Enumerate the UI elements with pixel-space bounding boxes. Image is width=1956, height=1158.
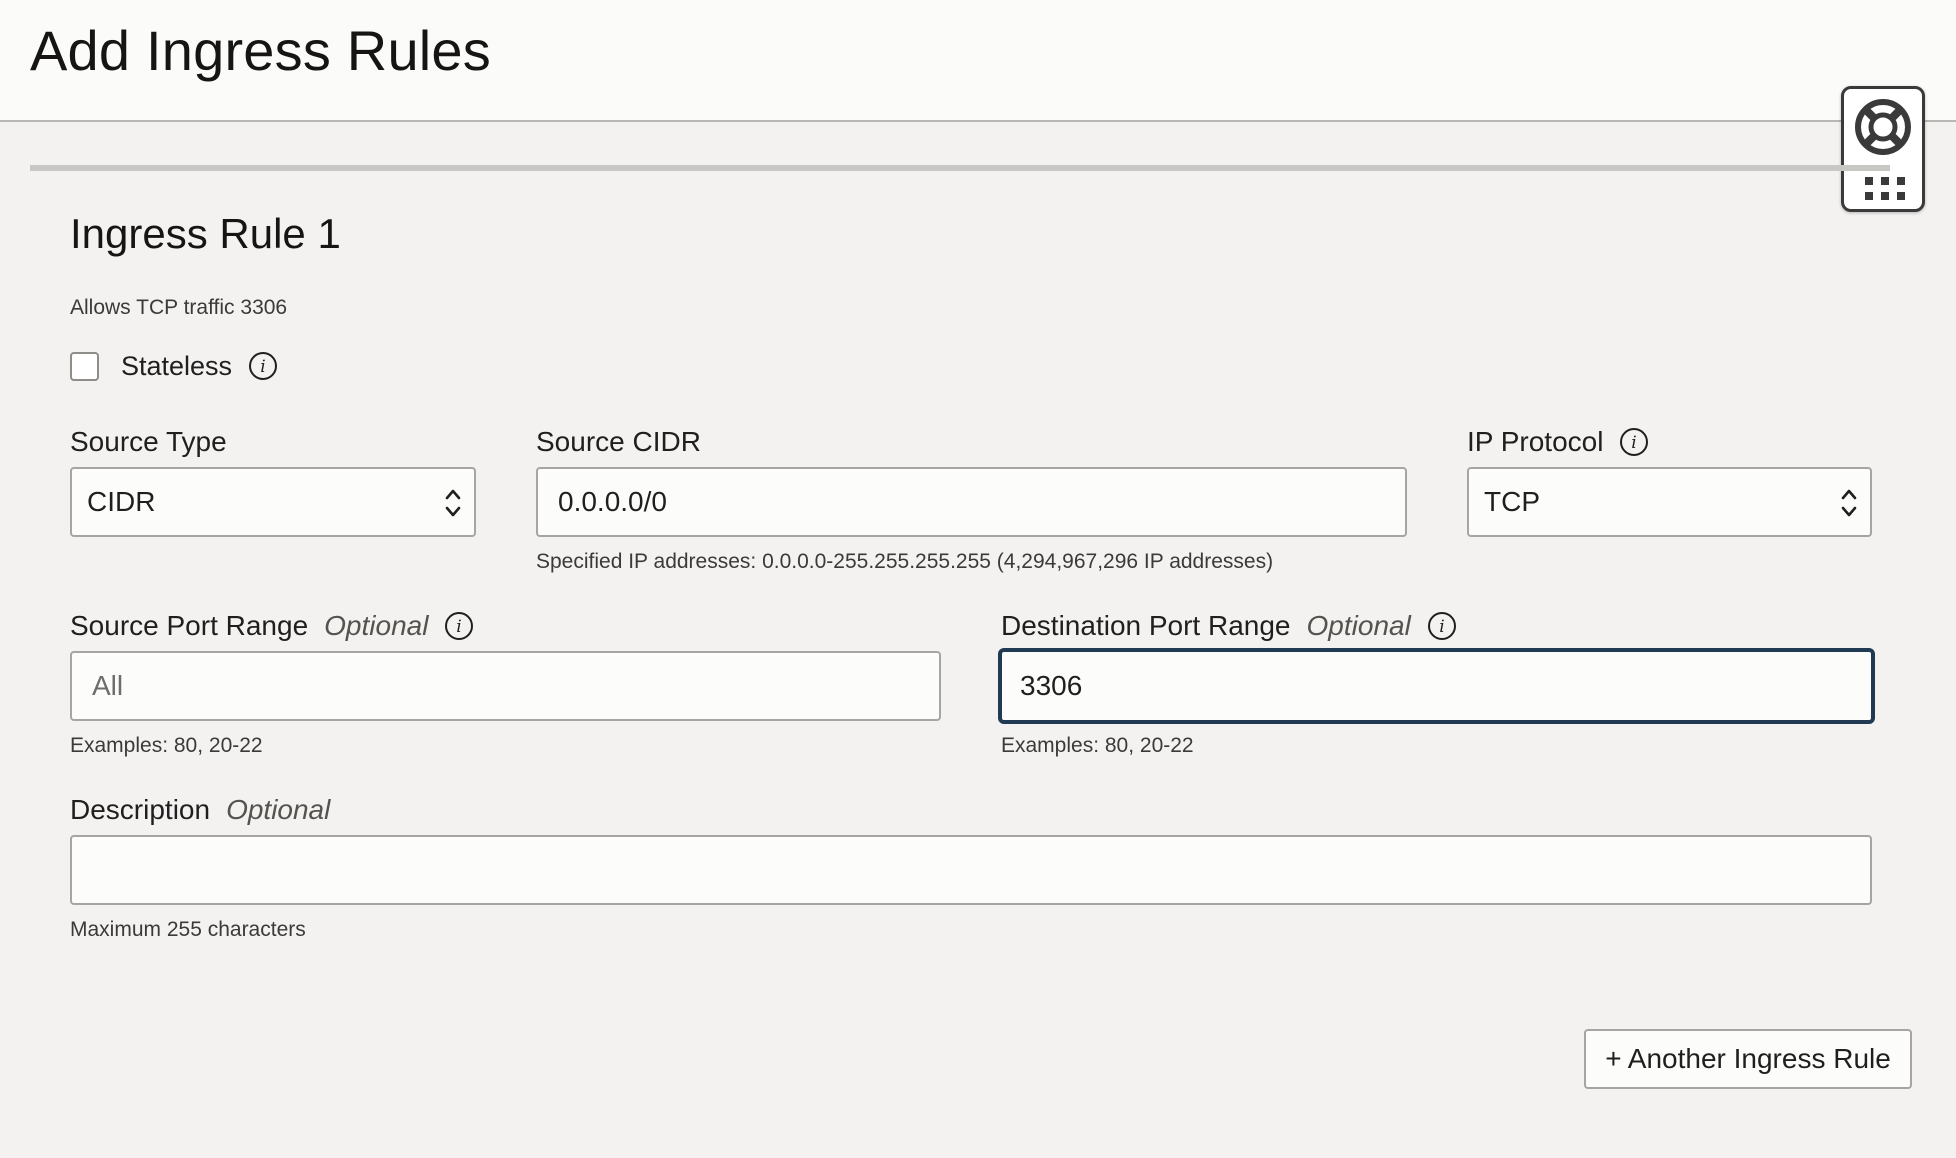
rule-divider [30,165,1890,171]
destination-port-range-helper: Examples: 80, 20-22 [1001,734,1194,757]
page-header: Add Ingress Rules [0,0,1956,122]
stateless-label: Stateless [121,350,233,381]
svg-text:i: i [457,617,462,637]
page-title: Add Ingress Rules [30,19,491,82]
source-type-value: CIDR [87,486,156,517]
destination-port-range-optional: Optional [1306,610,1411,641]
description-label-row: Description Optional [70,794,330,826]
destination-port-range-info-icon[interactable]: i [1427,611,1457,641]
ip-protocol-select[interactable]: TCP [1467,467,1872,537]
source-cidr-value: 0.0.0.0/0 [558,486,667,517]
svg-text:i: i [1632,433,1637,453]
source-port-range-info-icon[interactable]: i [444,611,474,641]
description-helper: Maximum 255 characters [70,918,306,941]
rule-title: Ingress Rule 1 [70,210,341,257]
source-port-range-optional: Optional [324,610,429,641]
lifebuoy-icon [1855,99,1911,155]
source-type-select[interactable]: CIDR [70,467,476,537]
svg-text:i: i [260,357,265,377]
description-input[interactable] [70,835,1872,905]
source-port-range-placeholder: All [92,670,124,701]
source-port-range-helper: Examples: 80, 20-22 [70,734,263,757]
destination-port-range-input[interactable]: 3306 [998,648,1875,724]
source-cidr-label-row: Source CIDR [536,426,701,458]
chevron-up-down-icon [445,489,461,517]
ip-protocol-label: IP Protocol [1467,426,1604,457]
chevron-up-down-icon [1841,489,1857,517]
grid-dots-icon [1865,177,1905,200]
source-port-range-label: Source Port Range [70,610,309,641]
ip-protocol-value: TCP [1484,486,1540,517]
stateless-row: Stateless i [70,348,278,384]
destination-port-range-value: 3306 [1020,670,1083,701]
stateless-info-icon[interactable]: i [248,351,278,381]
destination-port-range-label-row: Destination Port Range Optional i [1001,610,1457,642]
ip-protocol-label-row: IP Protocol i [1467,426,1649,458]
source-type-label-row: Source Type [70,426,227,458]
destination-port-range-label: Destination Port Range [1001,610,1291,641]
source-cidr-label: Source CIDR [536,426,701,457]
source-port-range-input[interactable]: All [70,651,941,721]
source-cidr-helper: Specified IP addresses: 0.0.0.0-255.255.… [536,550,1274,573]
source-type-label: Source Type [70,426,227,457]
stateless-checkbox[interactable] [70,351,99,381]
ip-protocol-info-icon[interactable]: i [1619,427,1649,457]
help-widget-button[interactable] [1841,86,1925,212]
description-label: Description [70,794,211,825]
source-port-range-label-row: Source Port Range Optional i [70,610,474,642]
description-optional: Optional [226,794,331,825]
source-cidr-input[interactable]: 0.0.0.0/0 [536,467,1407,537]
svg-text:i: i [1439,617,1444,637]
add-another-ingress-rule-button[interactable]: + Another Ingress Rule [1584,1029,1912,1089]
rule-summary: Allows TCP traffic 3306 [70,296,288,319]
